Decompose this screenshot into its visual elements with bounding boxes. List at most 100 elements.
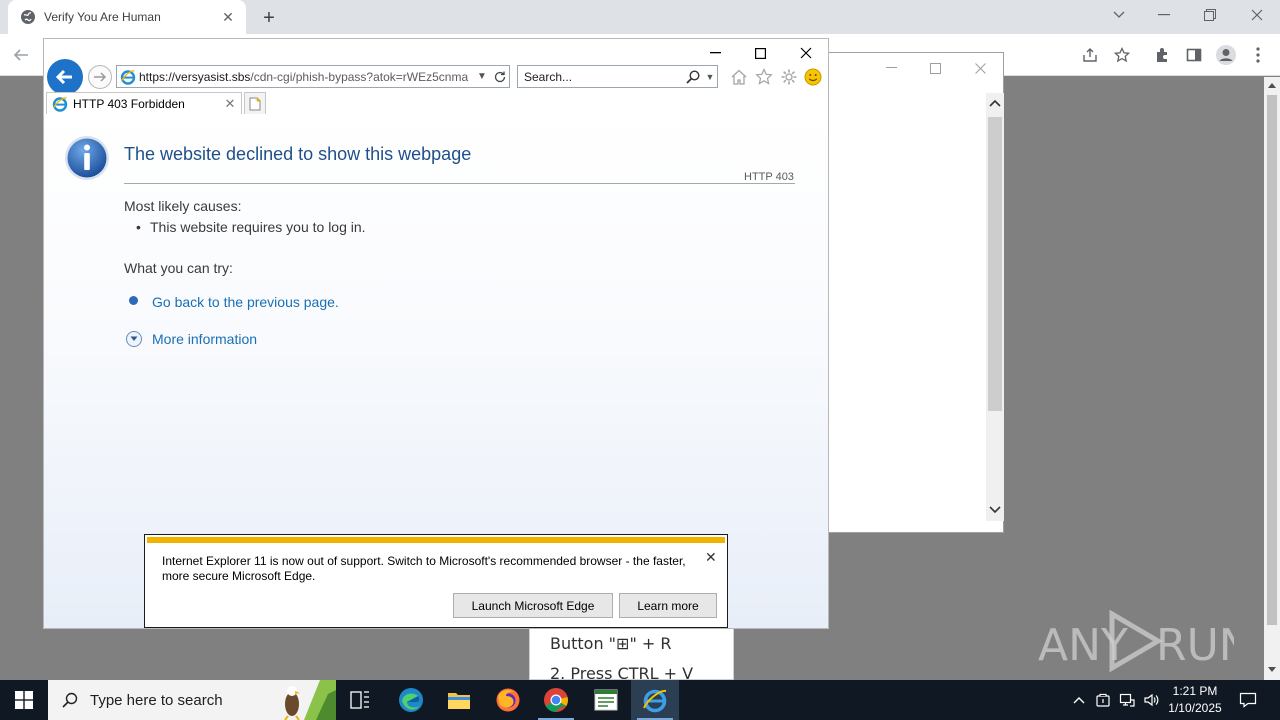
system-clock[interactable]: 1:21 PM 1/10/2025 <box>1162 683 1228 717</box>
favorites-star-icon[interactable] <box>753 66 775 88</box>
firefox-icon[interactable] <box>484 680 532 720</box>
close-icon[interactable]: ✕ <box>705 549 717 566</box>
scrollbar-thumb[interactable] <box>988 117 1002 411</box>
sidepanel-icon[interactable] <box>1181 42 1207 68</box>
gear-icon[interactable] <box>778 66 800 88</box>
volume-icon[interactable] <box>1140 680 1162 720</box>
maximize-button[interactable] <box>920 58 950 78</box>
launch-edge-button[interactable]: Launch Microsoft Edge <box>453 593 613 618</box>
page-title: The website declined to show this webpag… <box>124 144 472 164</box>
notifications-icon[interactable] <box>1234 680 1262 720</box>
star-icon[interactable] <box>1109 42 1135 68</box>
chevron-down-icon[interactable] <box>1096 0 1142 30</box>
chevron-down-icon[interactable] <box>126 331 142 347</box>
try-heading: What you can try: <box>124 260 233 276</box>
more-information-text[interactable]: More information <box>152 331 257 347</box>
anyrun-watermark: ANY RUN <box>1038 608 1252 674</box>
scrollbar-thumb[interactable] <box>1267 95 1277 625</box>
maximize-button[interactable] <box>737 41 783 65</box>
search-placeholder: Search... <box>524 69 573 84</box>
taskbar-search[interactable]: Type here to search <box>48 680 336 720</box>
title-divider <box>124 183 795 184</box>
share-icon[interactable] <box>1077 42 1103 68</box>
security-icon[interactable] <box>1092 680 1114 720</box>
address-bar[interactable]: https://versyasist.sbs/cdn-cgi/phish-byp… <box>116 65 510 88</box>
profile-avatar-icon[interactable] <box>1213 42 1239 68</box>
info-icon <box>64 135 110 181</box>
back-arrow-icon[interactable] <box>8 42 34 68</box>
chrome-tab-title: Verify You Are Human <box>44 10 161 24</box>
close-tab-icon[interactable]: ✕ <box>220 9 236 25</box>
ie-notification-bar: Internet Explorer 11 is now out of suppo… <box>144 534 728 628</box>
close-window-button[interactable] <box>783 41 829 65</box>
minimize-button[interactable] <box>876 58 906 78</box>
edge-icon[interactable] <box>387 680 435 720</box>
back-arrow-icon <box>55 69 72 85</box>
close-tab-icon[interactable]: ✕ <box>223 96 237 112</box>
taskbar-search-placeholder: Type here to search <box>90 691 223 709</box>
start-button[interactable] <box>0 680 48 720</box>
ie-logo-icon <box>117 69 139 85</box>
search-highlight-art <box>264 680 336 720</box>
forward-button[interactable] <box>88 65 112 89</box>
clock-time: 1:21 PM <box>1172 684 1218 698</box>
instruction-card: Button "⊞" + R 2. Press CTRL + V <box>529 628 734 680</box>
address-dropdown-icon[interactable]: ▼ <box>473 71 491 82</box>
smiley-feedback-icon[interactable] <box>802 66 824 88</box>
extensions-icon[interactable] <box>1149 42 1175 68</box>
url-domain: https://versyasist.sbs <box>139 69 251 84</box>
ie-tab-title: HTTP 403 Forbidden <box>73 97 185 111</box>
learn-more-button[interactable]: Learn more <box>619 593 717 618</box>
url-text: https://versyasist.sbs/cdn-cgi/phish-byp… <box>139 70 473 84</box>
http-code-label: HTTP 403 <box>744 171 794 183</box>
chrome-tab[interactable]: Verify You Are Human ✕ <box>8 0 246 34</box>
home-icon[interactable] <box>728 66 750 88</box>
notification-message: Internet Explorer 11 is now out of suppo… <box>162 554 686 583</box>
go-back-link-text[interactable]: Go back to the previous page. <box>152 294 339 310</box>
notification-strip <box>147 537 725 543</box>
taskbar: Type here to search 1:21 PM 1/10/2025 <box>0 680 1280 720</box>
search-icon[interactable] <box>683 69 703 84</box>
file-explorer-icon[interactable] <box>435 680 483 720</box>
ie-logo-icon <box>51 96 69 112</box>
restore-button[interactable] <box>1187 0 1233 30</box>
scroll-down-arrow-icon[interactable] <box>1268 667 1276 672</box>
causes-heading: Most likely causes: <box>124 198 242 214</box>
chrome-scrollbar[interactable] <box>1264 77 1280 680</box>
close-window-button[interactable] <box>1234 0 1280 30</box>
task-view-icon[interactable] <box>336 680 384 720</box>
globe-icon <box>20 9 36 25</box>
internet-explorer-icon[interactable] <box>631 680 679 720</box>
minimize-button[interactable] <box>692 41 738 65</box>
close-window-button[interactable] <box>965 58 995 78</box>
search-dropdown-icon[interactable]: ▼ <box>703 72 717 82</box>
network-icon[interactable] <box>1116 680 1138 720</box>
refresh-icon[interactable] <box>491 71 509 83</box>
app-window-icon[interactable] <box>582 680 630 720</box>
instruction-line-2: 2. Press CTRL + V <box>550 664 694 680</box>
new-tab-button[interactable]: + <box>258 7 280 29</box>
ie-tab[interactable]: HTTP 403 Forbidden ✕ <box>46 92 242 115</box>
go-back-link[interactable]: Go back to the previous page. <box>129 294 339 310</box>
scroll-up-arrow-icon[interactable] <box>1268 83 1276 88</box>
minimize-button[interactable] <box>1141 0 1187 30</box>
windows-logo-icon <box>15 691 33 709</box>
chrome-icon[interactable] <box>532 680 580 720</box>
watermark-left-text: ANY <box>1038 620 1128 671</box>
more-information-toggle[interactable]: More information <box>126 331 257 347</box>
scroll-up-chevron-icon[interactable] <box>989 99 1001 107</box>
new-tab-button[interactable] <box>244 92 266 115</box>
search-box[interactable]: Search... ▼ <box>517 65 718 88</box>
menu-dots-icon[interactable] <box>1245 42 1271 68</box>
search-icon <box>62 692 78 708</box>
back-button[interactable] <box>47 59 83 95</box>
scroll-down-chevron-icon[interactable] <box>989 506 1001 514</box>
forward-arrow-icon <box>94 72 107 82</box>
background-scrollbar[interactable] <box>986 93 1004 521</box>
url-path: /cdn-cgi/phish-bypass?atok=rWEz5cnma <box>250 69 469 84</box>
clock-date: 1/10/2025 <box>1168 701 1222 715</box>
chrome-tabstrip: Verify You Are Human ✕ + <box>0 0 1280 34</box>
watermark-right-text: RUN <box>1156 620 1234 671</box>
tray-chevron-up-icon[interactable] <box>1068 680 1090 720</box>
instruction-line-1: Button "⊞" + R <box>550 634 672 653</box>
